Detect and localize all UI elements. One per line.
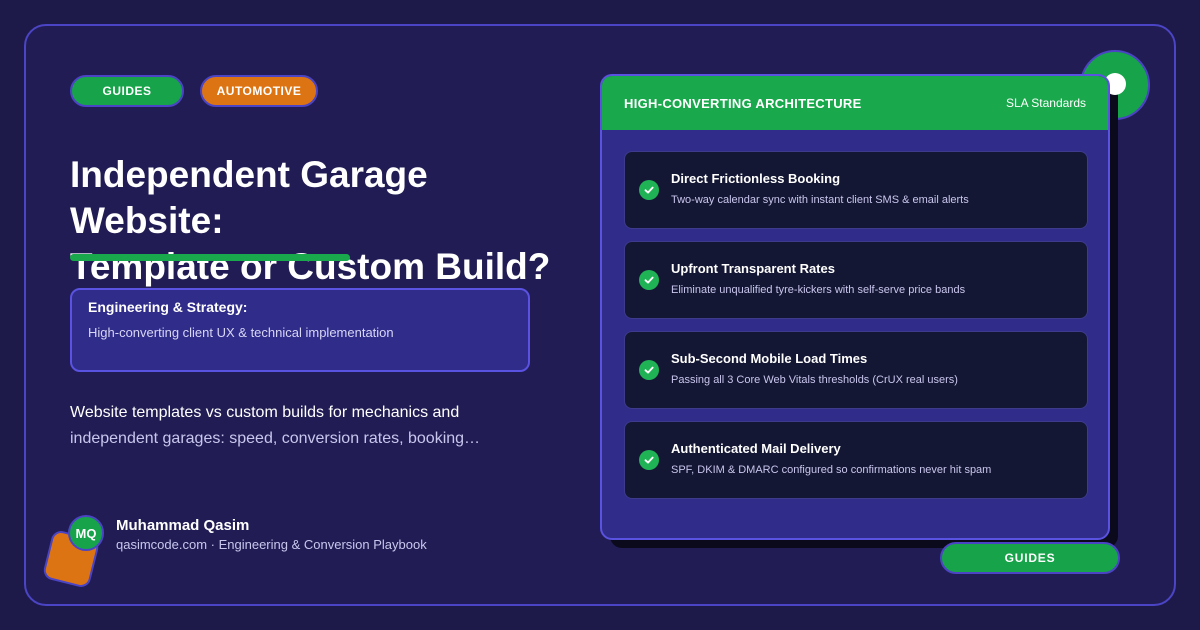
sla-badge: SLA Standards	[1005, 96, 1086, 110]
title-underline	[70, 254, 350, 261]
automotive-tag[interactable]: AUTOMOTIVE	[200, 75, 318, 107]
panel-header: HIGH-CONVERTING ARCHITECTURE SLA Standar…	[602, 76, 1108, 130]
feature-item: Sub-Second Mobile Load Times Passing all…	[624, 331, 1088, 409]
strategy-title: Engineering & Strategy:	[88, 299, 248, 315]
description-line-2: independent garages: speed, conversion r…	[70, 430, 481, 447]
feature-description: Passing all 3 Core Web Vitals thresholds…	[671, 374, 958, 386]
feature-title: Upfront Transparent Rates	[671, 261, 835, 276]
guides-pill[interactable]: GUIDES	[940, 542, 1120, 574]
avatar: MQ	[68, 515, 104, 551]
description-line-1: Website templates vs custom builds for m…	[70, 404, 460, 421]
feature-item: Authenticated Mail Delivery SPF, DKIM & …	[624, 421, 1088, 499]
feature-item: Direct Frictionless Booking Two-way cale…	[624, 151, 1088, 229]
feature-title: Authenticated Mail Delivery	[671, 441, 841, 456]
strategy-subtitle: High-converting client UX & technical im…	[88, 325, 394, 340]
check-icon	[639, 360, 659, 380]
strategy-box: Engineering & Strategy: High-converting …	[70, 288, 530, 372]
check-icon	[639, 270, 659, 290]
title-line-1: Independent Garage Website:	[70, 154, 428, 241]
feature-title: Sub-Second Mobile Load Times	[671, 351, 868, 366]
feature-description: SPF, DKIM & DMARC configured so confirma…	[671, 464, 992, 476]
architecture-panel: HIGH-CONVERTING ARCHITECTURE SLA Standar…	[600, 74, 1110, 540]
feature-description: Eliminate unqualified tyre-kickers with …	[671, 284, 966, 296]
guides-tag[interactable]: GUIDES	[70, 75, 184, 107]
check-icon	[639, 450, 659, 470]
feature-description: Two-way calendar sync with instant clien…	[671, 194, 969, 206]
panel-title: HIGH-CONVERTING ARCHITECTURE	[624, 95, 862, 111]
feature-item: Upfront Transparent Rates Eliminate unqu…	[624, 241, 1088, 319]
description: Website templates vs custom builds for m…	[70, 400, 510, 452]
author-name: Muhammad Qasim	[116, 517, 250, 534]
check-icon	[639, 180, 659, 200]
feature-title: Direct Frictionless Booking	[671, 171, 841, 186]
author-meta: qasimcode.com · Engineering & Conversion…	[116, 537, 427, 552]
title-line-2: Template or Custom Build?	[70, 246, 551, 287]
page-title: Independent Garage Website: Template or …	[70, 152, 590, 290]
